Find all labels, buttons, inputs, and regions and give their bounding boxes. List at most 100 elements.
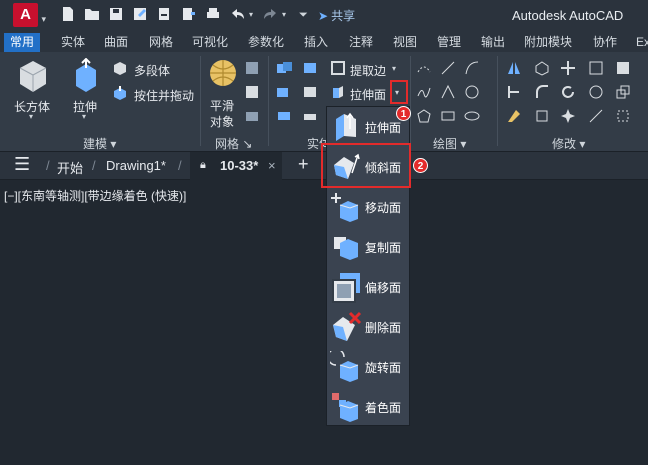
tab-addins[interactable]: 附加模块	[524, 33, 572, 52]
dropdown-item-label: 旋转面	[365, 361, 402, 375]
undo-dropdown-chevron-icon[interactable]: ▾	[249, 10, 253, 19]
interfere-icon[interactable]	[302, 60, 320, 76]
panel-separator	[268, 56, 269, 146]
save-icon[interactable]	[108, 6, 124, 22]
3d-array-icon[interactable]	[534, 60, 550, 76]
new-file-icon[interactable]	[60, 6, 76, 22]
box-dropdown-chevron-icon[interactable]: ▾	[29, 112, 33, 121]
ellipse-icon[interactable]	[464, 108, 480, 124]
dropdown-item-delete-face[interactable]: 删除面	[327, 307, 411, 347]
redo-icon[interactable]	[262, 6, 278, 22]
extrude-faces-label[interactable]: 拉伸面	[350, 86, 386, 103]
tab-express[interactable]: Ex	[636, 33, 648, 52]
file-tab-active-label[interactable]: 10-33*	[220, 158, 258, 173]
extract-edges-chevron-icon[interactable]: ▾	[392, 64, 396, 73]
tab-home[interactable]: 常用	[4, 33, 41, 52]
tab-solid[interactable]: 实体	[61, 33, 85, 52]
tab-insert[interactable]: 插入	[304, 33, 328, 52]
share-button[interactable]: ➤ 共享	[318, 7, 355, 24]
mesh-panel-title[interactable]: 网格 ↘	[215, 135, 252, 152]
add-tab-icon[interactable]: +	[298, 154, 309, 175]
polyline-icon[interactable]	[440, 84, 456, 100]
tab-output[interactable]: 输出	[481, 33, 505, 52]
tab-visualize[interactable]: 可视化	[192, 33, 228, 52]
copy-face-icon	[330, 231, 362, 263]
smooth-object-icon[interactable]	[207, 57, 239, 89]
presspull-icon[interactable]	[112, 85, 128, 101]
smooth-object-label-line1[interactable]: 平滑	[210, 97, 234, 114]
explode-icon[interactable]	[560, 108, 576, 124]
extrude-faces-small-icon[interactable]	[330, 84, 346, 100]
rotate-icon[interactable]	[560, 84, 576, 100]
box-icon[interactable]	[16, 58, 50, 96]
erase-icon[interactable]	[506, 108, 522, 124]
tab-view[interactable]: 视图	[393, 33, 417, 52]
circle-icon[interactable]	[464, 84, 480, 100]
publish-icon[interactable]	[180, 6, 196, 22]
arc-icon[interactable]	[464, 60, 480, 76]
mesh-crease-icon[interactable]	[244, 108, 260, 124]
rotate-face-icon	[327, 348, 362, 383]
scale-icon[interactable]	[615, 84, 631, 100]
mesh-refine-icon[interactable]	[244, 84, 260, 100]
intersect-icon[interactable]	[276, 108, 294, 124]
draw-panel-title[interactable]: 绘图 ▾	[433, 135, 466, 152]
extrude-dropdown-chevron-icon[interactable]: ▾	[82, 112, 86, 121]
copy-icon[interactable]	[615, 60, 631, 76]
align-icon[interactable]	[588, 108, 604, 124]
dropdown-item-move-face[interactable]: 移动面	[327, 187, 411, 227]
union-icon[interactable]	[276, 60, 294, 76]
subtract-icon[interactable]	[276, 84, 294, 100]
presspull-label[interactable]: 按住并拖动	[134, 87, 194, 104]
tab-collaborate[interactable]: 协作	[593, 33, 617, 52]
viewport-controls-label[interactable]: [−][东南等轴测][带边缘着色 (快速)]	[4, 187, 186, 204]
undo-icon[interactable]	[230, 6, 246, 22]
slice-icon[interactable]	[302, 84, 320, 100]
mesh-box-icon[interactable]	[244, 60, 260, 76]
tab-parametric[interactable]: 参数化	[248, 33, 284, 52]
fillet-icon[interactable]	[534, 84, 550, 100]
polyline-dashed-icon[interactable]	[416, 60, 432, 76]
polysolid-label[interactable]: 多段体	[134, 62, 170, 79]
line-icon[interactable]	[440, 60, 456, 76]
dropdown-item-rotate-face[interactable]: 旋转面	[327, 347, 411, 387]
extract-edges-icon[interactable]	[330, 60, 346, 76]
3d-move-icon[interactable]	[588, 60, 604, 76]
tab-annotate[interactable]: 注释	[349, 33, 373, 52]
ribbon-panel: 长方体 ▾ 拉伸 ▾ 多段体 按住并拖动 建模 ▾ 平滑 对象 网格 ↘ 提取边…	[0, 52, 648, 152]
stretch-icon[interactable]	[615, 108, 631, 124]
offset-icon[interactable]	[534, 108, 550, 124]
tab-manage[interactable]: 管理	[437, 33, 461, 52]
extrude-icon[interactable]	[70, 58, 100, 96]
tab-surface[interactable]: 曲面	[104, 33, 128, 52]
dropdown-item-copy-face[interactable]: 复制面	[327, 227, 411, 267]
dropdown-item-color-face[interactable]: 着色面	[327, 387, 411, 427]
open-folder-icon[interactable]	[84, 6, 100, 22]
tab-mesh[interactable]: 网格	[149, 33, 173, 52]
move-icon[interactable]	[560, 60, 576, 76]
mirror-icon[interactable]	[506, 60, 522, 76]
modify-panel-title-text: 修改	[552, 137, 577, 151]
print-icon[interactable]	[205, 6, 221, 22]
app-menu-button[interactable]: A ▾	[13, 3, 46, 27]
save-as-icon[interactable]	[132, 6, 148, 22]
file-tab-start[interactable]: 开始	[57, 158, 83, 177]
extract-edges-label[interactable]: 提取边	[350, 62, 386, 79]
file-tab-drawing1[interactable]: Drawing1*	[106, 158, 166, 173]
dropdown-item-offset-face[interactable]: 偏移面	[327, 267, 411, 307]
polygon-icon[interactable]	[416, 108, 432, 124]
customize-quick-access-icon[interactable]: ⏷	[299, 9, 308, 22]
smooth-object-label-line2[interactable]: 对象	[210, 113, 234, 130]
modify-panel-title[interactable]: 修改 ▾	[552, 135, 585, 152]
cloud-save-icon[interactable]	[156, 6, 172, 22]
trim-icon[interactable]	[506, 84, 522, 100]
3d-rotate-icon[interactable]	[588, 84, 604, 100]
close-icon[interactable]: ×	[268, 158, 276, 173]
modeling-panel-title[interactable]: 建模 ▾	[83, 135, 116, 152]
hamburger-menu-icon[interactable]: ☰	[14, 154, 30, 175]
rectangle-icon[interactable]	[440, 108, 456, 124]
thicken-icon[interactable]	[302, 108, 320, 124]
spline-icon[interactable]	[416, 84, 432, 100]
polysolid-icon[interactable]	[112, 60, 128, 76]
redo-dropdown-chevron-icon[interactable]: ▾	[282, 10, 286, 19]
